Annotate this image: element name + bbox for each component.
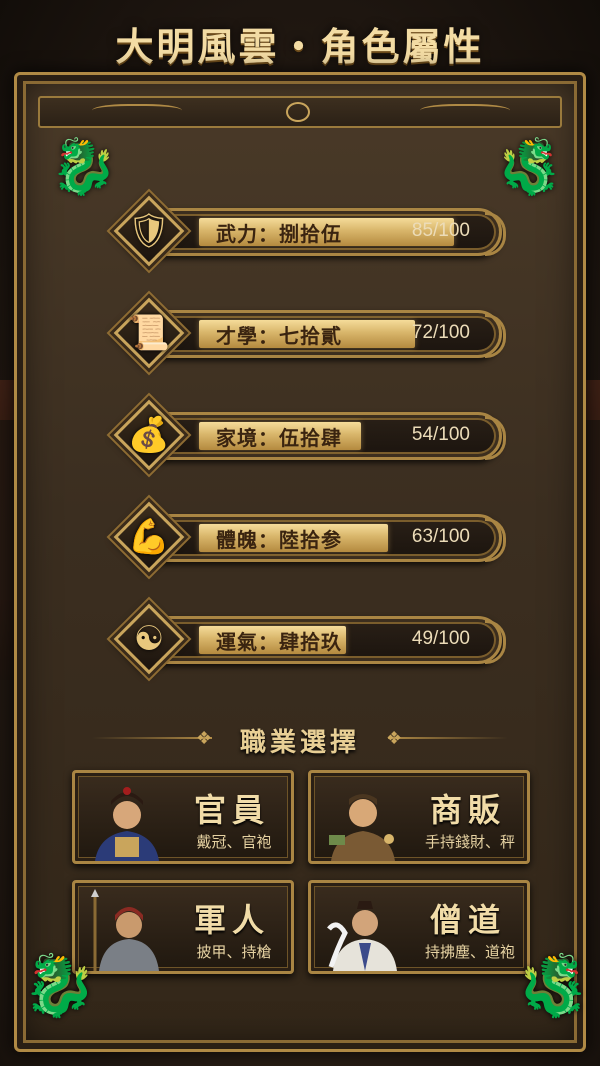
career-card-soldier[interactable]: 軍人 披甲、持槍 [72,880,294,974]
bar-end-ornament [485,518,506,562]
stat-label: 家境：伍拾肆 [216,426,342,450]
stat-label: 運氣：肆拾玖 [216,630,342,654]
stat-row-scholarship: 📜 才學：七拾貳 72/100 [96,297,506,369]
career-name: 商販 [429,791,506,829]
bar-end-ornament [485,314,506,358]
page-title: 大明風雲・角色屬性 [115,24,485,69]
stat-row-family: 💰 家境：伍拾肆 54/100 [96,399,506,471]
bar-end-ornament [485,620,506,664]
career-card-official[interactable]: 官員 戴冠、官袍 [72,770,294,864]
bar-end-ornament [485,212,506,256]
sword-shield-icon: 🛡 [127,211,171,251]
cloud-scroll-left-ornament [92,104,182,120]
muscle-figure-icon: 💪 [127,517,171,557]
stat-value: 49/100 [411,628,470,649]
taoist-portrait [323,889,403,971]
career-name: 官員 [193,791,270,829]
career-card-merchant[interactable]: 商販 手持錢財、秤 [308,770,530,864]
stat-emblem: 🛡 [113,195,185,267]
career-name: 僧道 [429,901,506,939]
stat-emblem: 💪 [113,501,185,573]
merchant-portrait [323,779,403,861]
yin-yang-bagua-icon: ☯ [133,619,165,659]
career-desc: 披甲、持槍 [196,943,272,961]
stat-value: 72/100 [411,322,470,343]
dragon-bottom-right-icon: 🐉 [516,951,591,1021]
stat-row-physique: 💪 體魄：陸拾参 63/100 [96,501,506,573]
stat-value: 54/100 [411,424,470,445]
official-portrait [87,779,167,861]
bar-end-ornament [485,416,506,460]
career-section-title: 職業選擇 [239,728,360,758]
scroll-brush-icon: 📜 [127,313,171,353]
stat-emblem: 📜 [113,297,185,369]
career-name: 軍人 [193,901,270,939]
stat-row-luck: ☯ 運氣：肆拾玖 49/100 [96,603,506,675]
stat-label: 才學：七拾貳 [216,324,342,348]
stat-emblem: 💰 [113,399,185,471]
stat-emblem: ☯ [113,603,185,675]
stat-label: 武力：捌拾伍 [216,222,342,246]
dragon-top-left-icon: 🐉 [50,135,118,198]
dragon-bottom-left-icon: 🐉 [22,951,97,1021]
career-card-monk-taoist[interactable]: 僧道 持拂塵、道袍 [308,880,530,974]
career-desc: 戴冠、官袍 [196,833,272,851]
career-desc: 持拂塵、道袍 [424,943,515,961]
stat-value: 63/100 [411,526,470,547]
stat-row-strength: 🛡 武力：捌拾伍 85/100 [96,195,506,267]
dragon-top-right-icon: 🐉 [496,135,564,198]
cloud-scroll-right-ornament [420,104,510,120]
treasure-chest-icon: 💰 [127,415,171,455]
career-desc: 手持錢財、秤 [424,833,515,851]
soldier-portrait [87,889,167,971]
medallion-icon [286,102,310,122]
stat-label: 體魄：陸拾参 [216,528,342,552]
stats-panel: 🛡 武力：捌拾伍 85/100 📜 才學：七拾貳 72/100 💰 家境：伍拾肆… [96,195,506,706]
stat-value: 85/100 [411,220,470,241]
